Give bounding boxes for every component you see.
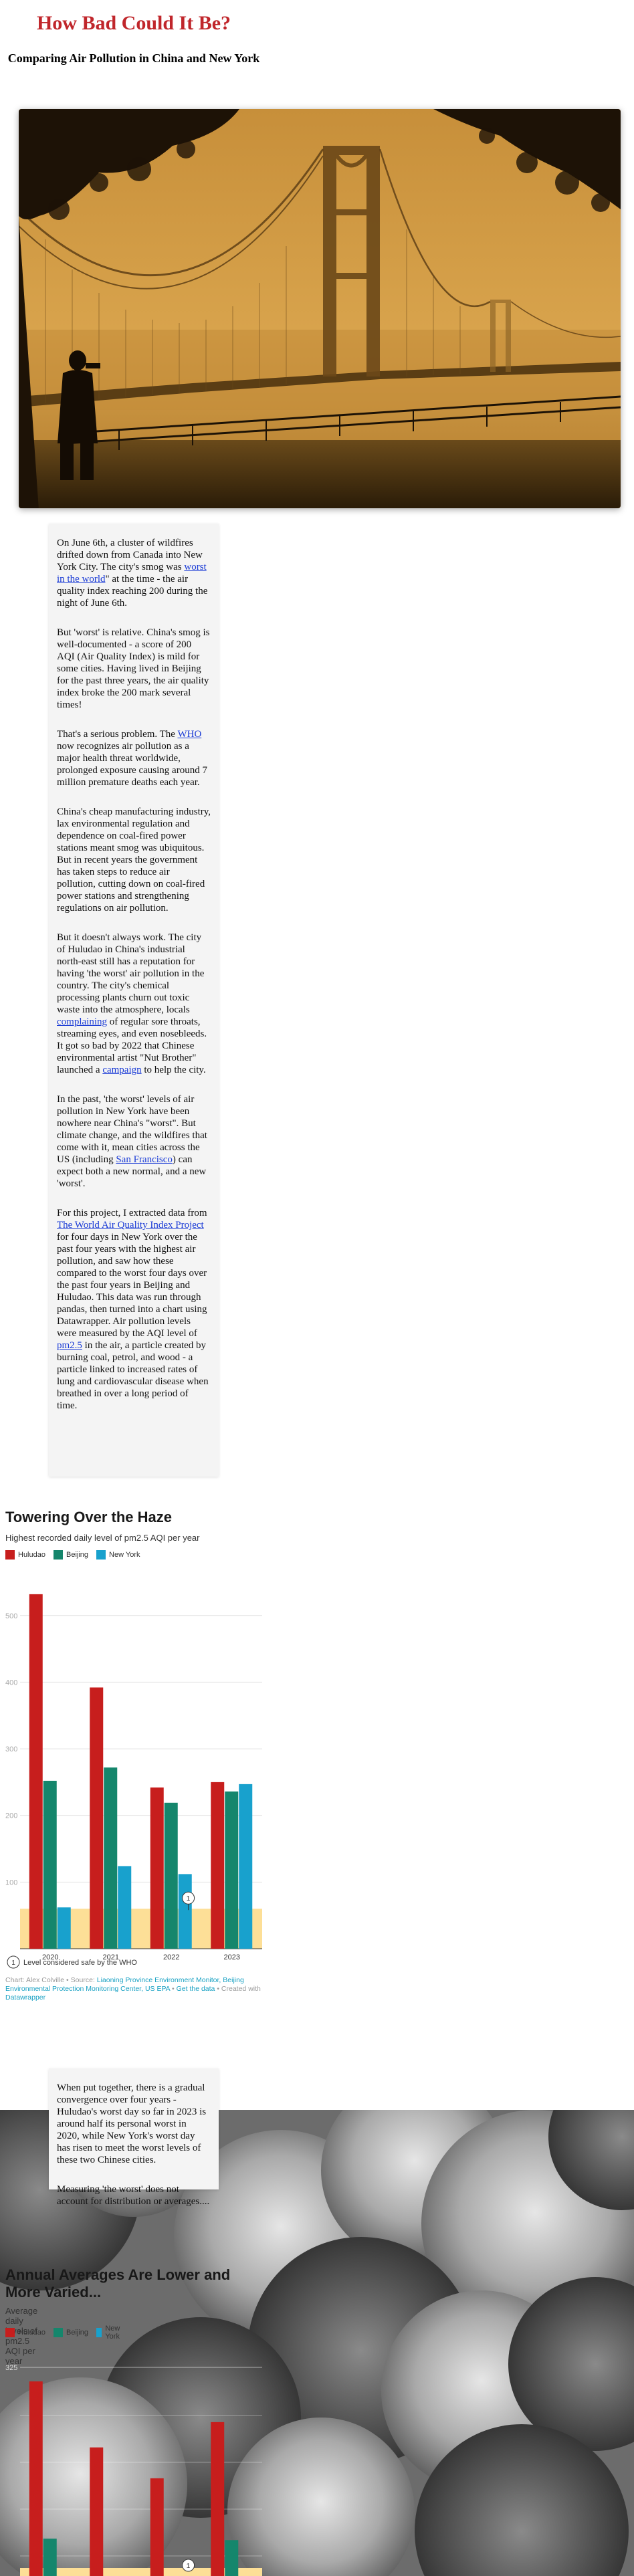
bar-beijing-2023	[225, 2540, 239, 2576]
link-complaining[interactable]: complaining	[57, 1016, 107, 1027]
y-tick-label: 400	[5, 1679, 17, 1687]
bar-beijing-2021	[104, 1767, 118, 1949]
chart1-title: Towering Over the Haze	[5, 1509, 172, 1525]
paragraph-convergence: When put together, there is a gradual co…	[57, 2082, 207, 2165]
annotation-key-text: Level considered safe by the WHO	[23, 1959, 137, 1967]
legend-swatch-new-york	[96, 1550, 106, 1560]
chart1-subtitle: Highest recorded daily level of pm2.5 AQ…	[5, 1533, 200, 1543]
bar-new-york-2023	[239, 1784, 253, 1949]
bar-huludao-2020	[29, 1594, 43, 1949]
bar-huludao-2023	[211, 1782, 225, 1949]
chart2-title: Annual Averages Are Lower and More Varie…	[5, 2266, 231, 2300]
paragraph-wildfires: On June 6th, a cluster of wildfires drif…	[57, 538, 208, 609]
paragraph-huludao: But it doesn't always work. The city of …	[57, 932, 207, 1075]
y-tick-label: 325	[5, 2364, 17, 2372]
chart1-legend: Huludao Beijing New York	[5, 1550, 140, 1560]
link-pm25[interactable]: pm2.5	[57, 1340, 82, 1351]
bar-huludao-2021	[90, 2447, 104, 2576]
bar-huludao-2022	[150, 2478, 164, 2576]
legend-swatch-beijing	[53, 1550, 63, 1560]
bar-new-york-2022	[178, 1874, 192, 1949]
bar-new-york-2021	[118, 1866, 132, 1949]
bar-beijing-2022	[164, 1802, 178, 1949]
legend-item-new-york: New York	[96, 1550, 140, 1560]
paragraph-averages: Measuring 'the worst' does not account f…	[57, 2184, 210, 2207]
x-tick-label: 2022	[163, 1953, 179, 1961]
annotation-key-number: 1	[11, 1959, 15, 1967]
page-title: How Bad Could It Be?	[36, 12, 231, 34]
article-text-card: On June 6th, a cluster of wildfires drif…	[49, 524, 219, 1477]
y-tick-label: 300	[5, 1745, 17, 1753]
paragraph-new-normal: In the past, 'the worst' levels of air p…	[57, 1094, 207, 1189]
annotation-marker-number: 1	[187, 1895, 191, 1903]
chart1-footer: Chart: Alex Colville • Source: Liaoning …	[5, 1976, 261, 2002]
legend-item-beijing: Beijing	[53, 1550, 88, 1560]
link-campaign[interactable]: campaign	[102, 1065, 141, 1075]
paragraph-manufacturing: China's cheap manufacturing industry, la…	[57, 807, 211, 914]
bar-huludao-2023	[211, 2422, 225, 2576]
paragraph-method: For this project, I extracted data from …	[57, 1208, 209, 1411]
bar-huludao-2021	[90, 1687, 104, 1949]
get-the-data-link[interactable]: Get the data	[177, 1985, 215, 1993]
bar-huludao-2022	[150, 1787, 164, 1949]
link-who[interactable]: WHO	[177, 729, 201, 740]
page-subtitle: Comparing Air Pollution in China and New…	[7, 51, 260, 65]
y-tick-label: 200	[5, 1812, 17, 1820]
article-text-card-2: When put together, there is a gradual co…	[49, 2068, 219, 2207]
hero-image-bridge-smog	[19, 109, 621, 508]
annotation-marker-number: 1	[187, 2563, 191, 2570]
chart1-plot: 1002003004005002020 2021 2022 202311 Level c…	[5, 1594, 262, 1969]
link-world-aqi-project[interactable]: The World Air Quality Index Project	[57, 1220, 204, 1230]
chart2-plot: 325 1	[5, 2364, 262, 2576]
bar-beijing-2020	[43, 2539, 57, 2576]
datawrapper-link[interactable]: Datawrapper	[5, 1994, 45, 2002]
legend-item-huludao: Huludao	[5, 1550, 45, 1560]
x-tick-label: 2023	[224, 1953, 240, 1961]
bar-beijing-2020	[43, 1780, 57, 1949]
legend-swatch-huludao	[5, 1550, 15, 1560]
paragraph-who: That's a serious problem. The WHO now re…	[57, 729, 207, 788]
bar-huludao-2020	[29, 2381, 43, 2576]
y-tick-label: 500	[5, 1612, 17, 1620]
paragraph-worst-is-relative: But 'worst' is relative. China's smog is…	[57, 627, 210, 710]
y-tick-label: 100	[5, 1879, 17, 1887]
link-san-francisco[interactable]: San Francisco	[116, 1154, 173, 1165]
bar-beijing-2023	[225, 1791, 239, 1949]
bar-new-york-2020	[57, 1907, 71, 1949]
